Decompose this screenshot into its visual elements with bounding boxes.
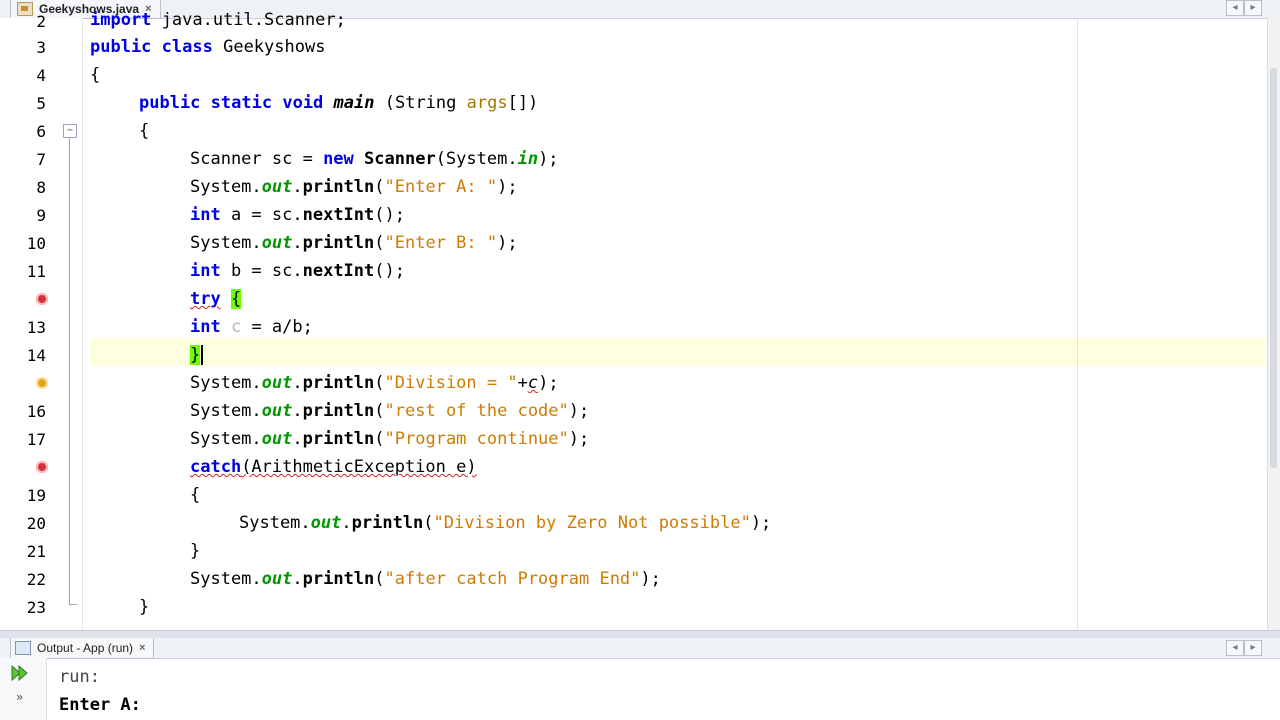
output-tab-label: Output - App (run)	[37, 641, 134, 655]
fold-guide	[69, 138, 70, 604]
line-number: 19	[26, 486, 46, 505]
output-tabbar: Output - App (run) × ◂ ▸	[0, 638, 1280, 659]
tab-scroll-left-icon[interactable]: ◂	[1226, 0, 1244, 16]
code-line-11: int b = sc.nextInt();	[190, 261, 405, 281]
output-prompt-line: Enter A:	[59, 695, 141, 715]
error-marker-icon[interactable]	[36, 293, 48, 305]
code-line-17: System.out.println("Program continue");	[190, 429, 590, 449]
line-number: 8	[36, 178, 46, 197]
output-scroll-right-icon[interactable]: ▸	[1244, 640, 1262, 656]
code-line-14: }	[190, 345, 201, 365]
line-number: 4	[36, 66, 46, 85]
line-number: 2	[36, 12, 46, 31]
tab-nav: ◂ ▸	[1226, 0, 1262, 16]
error-marker-icon[interactable]	[36, 461, 48, 473]
tab-scroll-right-icon[interactable]: ▸	[1244, 0, 1262, 16]
code-line-23: }	[139, 597, 150, 617]
line-number: 23	[26, 598, 46, 617]
code-line-5: public static void main (String args[])	[139, 93, 539, 113]
line-number: 6	[36, 122, 46, 141]
code-line-15: System.out.println("Division = "+c);	[190, 373, 559, 393]
output-nav: ◂ ▸	[1226, 640, 1262, 656]
code-editor[interactable]: import java.util.Scanner; public class G…	[90, 10, 1265, 630]
output-console[interactable]: run: Enter A:	[59, 663, 141, 719]
code-line-21: }	[190, 541, 201, 561]
chevron-right-icon[interactable]: »	[16, 690, 23, 704]
code-line-13: int c = a/b;	[190, 317, 313, 337]
code-line-22: System.out.println("after catch Program …	[190, 569, 661, 589]
code-line-20: System.out.println("Division by Zero Not…	[239, 513, 772, 533]
output-toolbar: »	[0, 658, 47, 720]
code-line-16: System.out.println("rest of the code");	[190, 401, 590, 421]
scroll-thumb[interactable]	[1270, 68, 1277, 468]
code-line-9: int a = sc.nextInt();	[190, 205, 405, 225]
fold-guide-end	[69, 604, 77, 605]
code-line-2: import java.util.Scanner;	[90, 10, 346, 30]
editor-vertical-scrollbar[interactable]	[1267, 18, 1280, 630]
line-number: 5	[36, 94, 46, 113]
line-number: 16	[26, 402, 46, 421]
output-scroll-left-icon[interactable]: ◂	[1226, 640, 1244, 656]
code-line-12: try {	[190, 289, 242, 309]
output-run-line: run:	[59, 667, 100, 687]
code-line-10: System.out.println("Enter B: ");	[190, 233, 518, 253]
line-number: 20	[26, 514, 46, 533]
output-window-icon	[15, 641, 31, 655]
code-line-3: public class Geekyshows	[90, 37, 326, 57]
line-number: 21	[26, 542, 46, 561]
line-number: 17	[26, 430, 46, 449]
line-number: 10	[26, 234, 46, 253]
output-tab[interactable]: Output - App (run) ×	[10, 638, 155, 659]
line-number: 22	[26, 570, 46, 589]
line-number-gutter: 2 3 4 5 6 7 8 9 10 11 13 14 16 17 19 20 …	[0, 12, 83, 630]
code-line-4: {	[90, 65, 101, 85]
rerun-icon[interactable]	[10, 664, 30, 682]
close-output-icon[interactable]: ×	[139, 642, 145, 654]
line-number: 13	[26, 318, 46, 337]
error-warning-marker-icon[interactable]	[36, 377, 48, 389]
line-number: 11	[26, 262, 46, 281]
code-line-18: catch(ArithmeticException e)	[190, 457, 477, 477]
line-number: 14	[26, 346, 46, 365]
line-number: 7	[36, 150, 46, 169]
line-number: 3	[36, 38, 46, 57]
line-number: 9	[36, 206, 46, 225]
code-line-19: {	[190, 485, 201, 505]
code-line-6: {	[139, 121, 150, 141]
code-line-7: Scanner sc = new Scanner(System.in);	[190, 149, 559, 169]
fold-collapse-icon[interactable]: −	[63, 124, 77, 138]
code-line-8: System.out.println("Enter A: ");	[190, 177, 518, 197]
text-caret	[201, 345, 203, 365]
